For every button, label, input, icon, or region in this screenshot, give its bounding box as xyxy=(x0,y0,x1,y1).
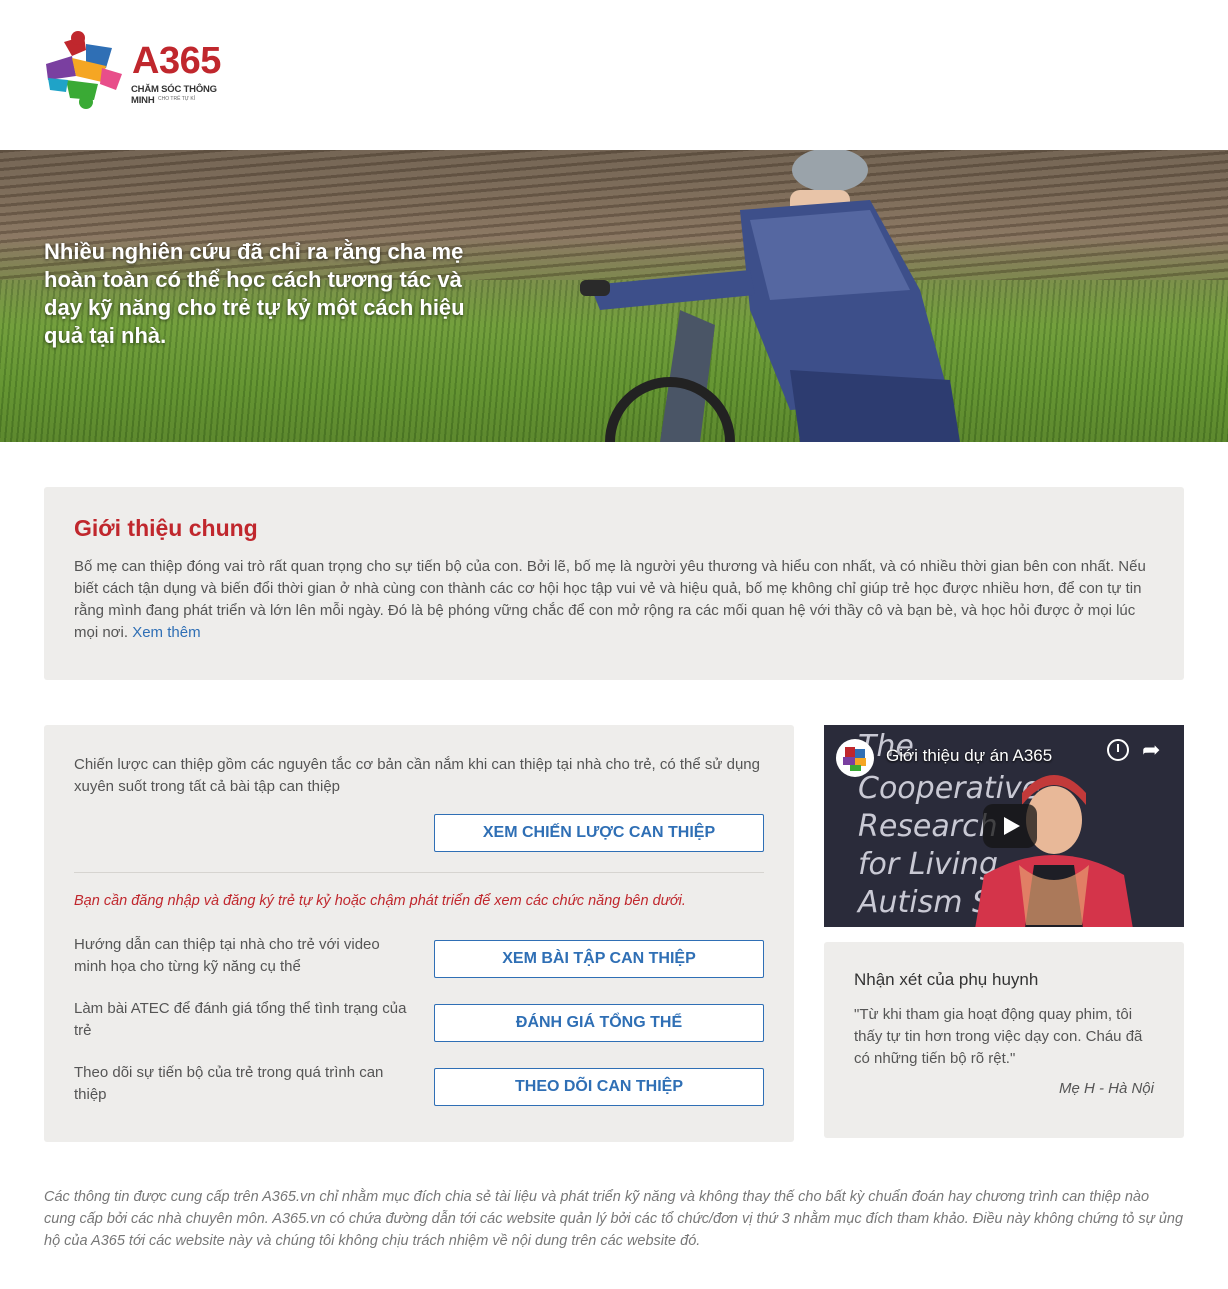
testimonial-quote: "Từ khi tham gia hoạt động quay phim, tô… xyxy=(854,1006,1143,1067)
puzzle-logo-icon xyxy=(46,31,122,109)
play-button[interactable] xyxy=(983,804,1037,848)
assessment-description: Làm bài ATEC để đánh giá tổng thể tình t… xyxy=(74,1000,407,1039)
logo-text: A365 xyxy=(132,40,221,82)
logo-subtagline: CHO TRẺ TỰ KỈ xyxy=(158,96,196,102)
strategy-panel: Chiến lược can thiệp gồm các nguyên tắc … xyxy=(44,725,794,1142)
exercises-description: Hướng dẫn can thiệp tại nhà cho trẻ với … xyxy=(74,936,380,975)
testimonial-title: Nhận xét của phụ huynh xyxy=(854,970,1039,989)
testimonial-panel: Nhận xét của phụ huynh "Từ khi tham gia … xyxy=(824,942,1184,1138)
view-exercises-button[interactable]: XEM BÀI TẬP CAN THIỆP xyxy=(434,940,764,978)
puzzle-logo-icon xyxy=(843,747,866,771)
intro-body: Bố mẹ can thiệp đóng vai trò rất quan tr… xyxy=(74,556,1154,644)
watch-later-icon[interactable] xyxy=(1107,739,1129,761)
tracking-description: Theo dõi sự tiến bộ của trẻ trong quá tr… xyxy=(74,1064,384,1103)
disclaimer-text: Các thông tin được cung cấp trên A365.vn… xyxy=(44,1189,1184,1249)
track-progress-button[interactable]: THEO DÕI CAN THIỆP xyxy=(434,1068,764,1106)
view-strategy-button[interactable]: XEM CHIẾN LƯỢC CAN THIỆP xyxy=(434,814,764,852)
site-header: A365 CHĂM SÓC THÔNG MINH CHO TRẺ TỰ KỈ xyxy=(0,0,1228,150)
hero-headline: Nhiều nghiên cứu đã chỉ ra rằng cha mẹ h… xyxy=(44,239,465,348)
section-divider xyxy=(74,872,764,873)
video-title[interactable]: Giới thiệu dự án A365 xyxy=(886,746,1052,766)
video-bg-line: Autism S xyxy=(858,885,992,920)
testimonial-author: Mẹ H - Hà Nội xyxy=(1058,1080,1154,1097)
share-icon[interactable]: ➦ xyxy=(1142,739,1166,761)
login-required-note: Bạn cần đăng nhập và đăng ký trẻ tự kỷ h… xyxy=(74,893,686,909)
channel-avatar[interactable] xyxy=(836,739,874,777)
site-logo[interactable]: A365 CHĂM SÓC THÔNG MINH CHO TRẺ TỰ KỈ xyxy=(42,28,242,114)
hero-banner: Nhiều nghiên cứu đã chỉ ra rằng cha mẹ h… xyxy=(0,150,1228,442)
child-on-bike-illustration xyxy=(580,150,960,442)
intro-panel: Giới thiệu chung Bố mẹ can thiệp đóng va… xyxy=(44,487,1184,680)
intro-video-player[interactable]: The Cooperative Research for Living Auti… xyxy=(824,725,1184,927)
read-more-link[interactable]: Xem thêm xyxy=(132,624,200,641)
strategy-description: Chiến lược can thiệp gồm các nguyên tắc … xyxy=(74,756,760,795)
overall-assessment-button[interactable]: ĐÁNH GIÁ TỔNG THỂ xyxy=(434,1004,764,1042)
intro-title: Giới thiệu chung xyxy=(74,515,258,541)
intro-text: Bố mẹ can thiệp đóng vai trò rất quan tr… xyxy=(74,558,1146,641)
logo-tagline: CHĂM SÓC THÔNG MINH xyxy=(131,84,217,106)
